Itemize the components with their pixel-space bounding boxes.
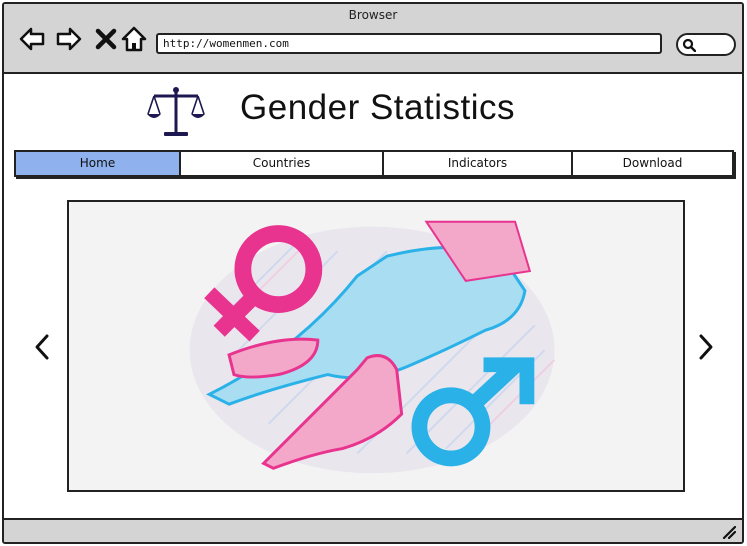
site-header: Gender Statistics <box>4 82 742 144</box>
forward-arrow-icon[interactable] <box>55 25 83 53</box>
browser-window: Browser http://womenmen.com Gender Stati… <box>2 2 744 544</box>
main-menu: Home Countries Indicators Download <box>14 150 734 177</box>
resize-grip-icon[interactable] <box>720 523 736 539</box>
menu-item-home[interactable]: Home <box>16 152 181 175</box>
site-title: Gender Statistics <box>240 88 515 127</box>
stop-x-icon[interactable] <box>92 25 120 53</box>
menu-item-indicators[interactable]: Indicators <box>384 152 573 175</box>
search-box[interactable] <box>676 33 736 56</box>
address-bar[interactable]: http://womenmen.com <box>156 33 662 54</box>
magnifier-icon <box>682 38 696 52</box>
window-title: Browser <box>348 8 398 22</box>
back-arrow-icon[interactable] <box>18 25 46 53</box>
home-icon[interactable] <box>120 25 148 53</box>
browser-toolbar: Browser http://womenmen.com <box>4 4 742 74</box>
status-bar <box>4 518 742 542</box>
hero-carousel-image[interactable] <box>67 200 685 492</box>
balance-scale-icon[interactable] <box>144 84 208 140</box>
carousel-prev-chevron-icon[interactable] <box>30 330 54 364</box>
menu-item-countries[interactable]: Countries <box>181 152 384 175</box>
carousel-next-chevron-icon[interactable] <box>694 330 718 364</box>
gender-symbols-handshake-illustration <box>71 202 681 490</box>
menu-item-download[interactable]: Download <box>573 152 732 175</box>
